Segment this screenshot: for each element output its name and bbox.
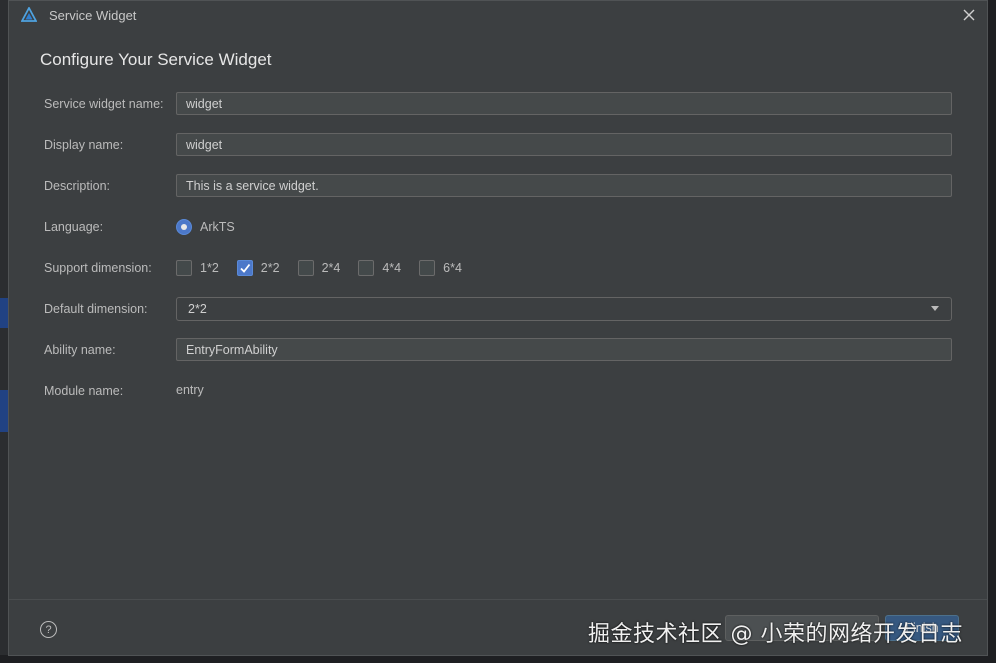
checkbox-unchecked-icon[interactable] (419, 260, 436, 276)
description-label: Description: (44, 179, 110, 193)
dimension-checkbox-group: 1*2 2*2 2*4 4*4 6*4 (176, 256, 480, 280)
ability-name-input[interactable] (176, 338, 952, 361)
default-dimension-value: 2*2 (188, 302, 207, 316)
checkbox-checked-icon[interactable] (236, 260, 253, 276)
service-widget-name-input[interactable] (176, 92, 952, 115)
help-icon[interactable]: ? (40, 621, 57, 638)
checkbox-unchecked-icon[interactable] (358, 260, 375, 276)
watermark-text: 掘金技术社区 @ 小荣的网络开发日志 (588, 622, 963, 647)
dimension-checkbox-6x4[interactable]: 6*4 (419, 260, 462, 276)
dimension-checkbox-4x4[interactable]: 4*4 (358, 260, 401, 276)
chevron-down-icon[interactable] (931, 306, 939, 311)
row-language: Language: ArkTS (44, 215, 954, 239)
module-name-label: Module name: (44, 384, 124, 398)
description-input[interactable] (176, 174, 952, 197)
background-statusbar (0, 655, 996, 663)
background-panel (988, 0, 996, 663)
display-name-input[interactable] (176, 133, 952, 156)
support-dimension-label: Support dimension: (44, 261, 152, 275)
checkbox-unchecked-icon[interactable] (297, 260, 314, 276)
dimension-checkbox-2x4[interactable]: 2*4 (297, 260, 341, 276)
row-support-dimension: Support dimension: 1*2 2*2 2*4 4*4 6*4 (44, 256, 954, 280)
checkbox-unchecked-icon[interactable] (176, 260, 192, 276)
row-ability-name: Ability name: (44, 338, 954, 362)
row-service-widget-name: Service widget name: (44, 92, 954, 116)
ability-name-label: Ability name: (44, 343, 116, 357)
language-arkts-radio[interactable]: ArkTS (176, 215, 235, 239)
radio-selected-icon[interactable] (176, 219, 192, 235)
title-bar: Service Widget (9, 1, 987, 29)
dimension-label: 1*2 (200, 261, 219, 275)
row-description: Description: (44, 174, 954, 198)
dimension-label: 6*4 (443, 261, 462, 275)
dimension-label: 2*2 (260, 261, 280, 275)
language-label: Language: (44, 220, 104, 234)
dimension-label: 2*4 (321, 261, 341, 275)
dimension-checkbox-1x2[interactable]: 1*2 (176, 260, 219, 276)
dimension-label: 4*4 (382, 261, 402, 275)
default-dimension-label: Default dimension: (44, 302, 148, 316)
language-option-label: ArkTS (200, 220, 235, 234)
dimension-checkbox-2x2[interactable]: 2*2 (236, 260, 280, 276)
deveco-logo-icon (21, 7, 37, 22)
display-name-label: Display name: (44, 138, 124, 152)
default-dimension-select[interactable]: 2*2 (176, 297, 952, 321)
footer-divider (9, 599, 987, 600)
module-name-value: entry (176, 383, 204, 397)
service-widget-dialog: Service Widget Configure Your Service Wi… (8, 0, 988, 656)
close-icon[interactable] (959, 5, 979, 25)
row-module-name: Module name: entry (44, 379, 954, 403)
window-title: Service Widget (49, 7, 137, 23)
page-title: Configure Your Service Widget (40, 50, 272, 69)
row-default-dimension: Default dimension: 2*2 (44, 297, 954, 321)
row-display-name: Display name: (44, 133, 954, 157)
service-widget-name-label: Service widget name: (44, 97, 164, 111)
